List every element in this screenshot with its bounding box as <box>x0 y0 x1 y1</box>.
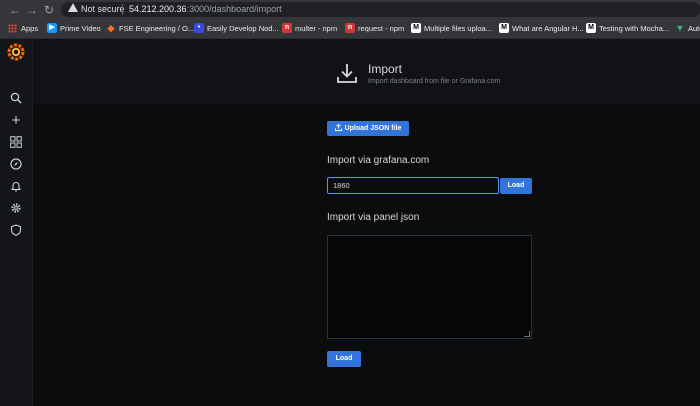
bookmark-fse-engineering[interactable]: FSE Engineering / O... <box>119 23 194 34</box>
search-icon[interactable] <box>9 92 23 106</box>
devto-icon: • <box>194 23 204 33</box>
import-download-icon <box>336 62 358 89</box>
vue-icon: ▼ <box>675 23 685 33</box>
panel-json-heading: Import via panel json <box>327 212 420 223</box>
grafana-logo-icon[interactable] <box>6 42 26 67</box>
upload-json-button[interactable]: Upload JSON file <box>327 121 409 136</box>
upload-json-label: Upload JSON file <box>344 125 402 132</box>
configuration-gear-icon[interactable] <box>9 202 23 216</box>
load-json-button[interactable]: Load <box>327 351 361 367</box>
grafana-com-heading: Import via grafana.com <box>327 155 430 166</box>
bookmark-request[interactable]: request - npm <box>358 23 404 34</box>
plus-icon[interactable]: + <box>9 113 23 128</box>
alerting-bell-icon[interactable] <box>9 180 23 194</box>
page-subtitle: Import dashboard from file or Grafana.co… <box>368 78 501 85</box>
server-admin-shield-icon[interactable] <box>9 224 23 238</box>
panel-json-textarea[interactable] <box>327 235 532 339</box>
explore-compass-icon[interactable] <box>9 158 23 172</box>
page-header <box>33 39 700 104</box>
gitlab-icon: ◆ <box>107 23 115 33</box>
url-host: 54.212.200.36 <box>129 4 187 14</box>
load-grafana-button[interactable]: Load <box>500 178 532 194</box>
security-label[interactable]: Not secure <box>81 4 125 15</box>
browser-toolbar: ← → ↻ Not secure 54.212.200.36:3000/dash… <box>0 0 700 19</box>
reload-icon[interactable]: ↻ <box>42 3 56 17</box>
url-text[interactable]: 54.212.200.36:3000/dashboard/import <box>129 4 282 15</box>
grafana-dashboard-id-input[interactable]: 1860 <box>327 177 499 194</box>
back-icon[interactable]: ← <box>8 3 22 17</box>
bookmark-angular[interactable]: What are Angular H... <box>512 23 584 34</box>
upload-icon <box>334 122 342 131</box>
medium-icon: M <box>586 23 596 33</box>
bookmark-easily-develop[interactable]: Easily Develop Nod... <box>207 23 279 34</box>
prime-video-icon: ▶ <box>47 23 57 33</box>
address-divider <box>122 4 123 15</box>
dashboards-icon[interactable] <box>9 136 23 150</box>
bookmark-auto[interactable]: Auto <box>688 23 700 34</box>
resize-handle[interactable] <box>524 331 530 337</box>
npm-icon: n <box>282 23 292 33</box>
page-title: Import <box>368 62 403 76</box>
bookmark-multer[interactable]: multer - npm <box>295 23 337 34</box>
medium-icon: M <box>499 23 509 33</box>
bookmark-mocha[interactable]: Testing with Mocha... <box>599 23 669 34</box>
url-path: :3000/dashboard/import <box>186 4 282 14</box>
bookmark-prime-video[interactable]: Prime Video <box>60 23 101 34</box>
warning-icon[interactable] <box>68 3 78 12</box>
npm-icon: n <box>345 23 355 33</box>
bookmark-multiple-files[interactable]: Multiple files uploa... <box>424 23 492 34</box>
bookmarks-bar: Apps ▶ Prime Video ◆ FSE Engineering / O… <box>0 19 700 39</box>
forward-icon[interactable]: → <box>25 3 39 17</box>
bookmark-apps[interactable]: Apps <box>21 23 38 34</box>
medium-icon: M <box>411 23 421 33</box>
apps-grid-icon[interactable] <box>8 24 17 33</box>
